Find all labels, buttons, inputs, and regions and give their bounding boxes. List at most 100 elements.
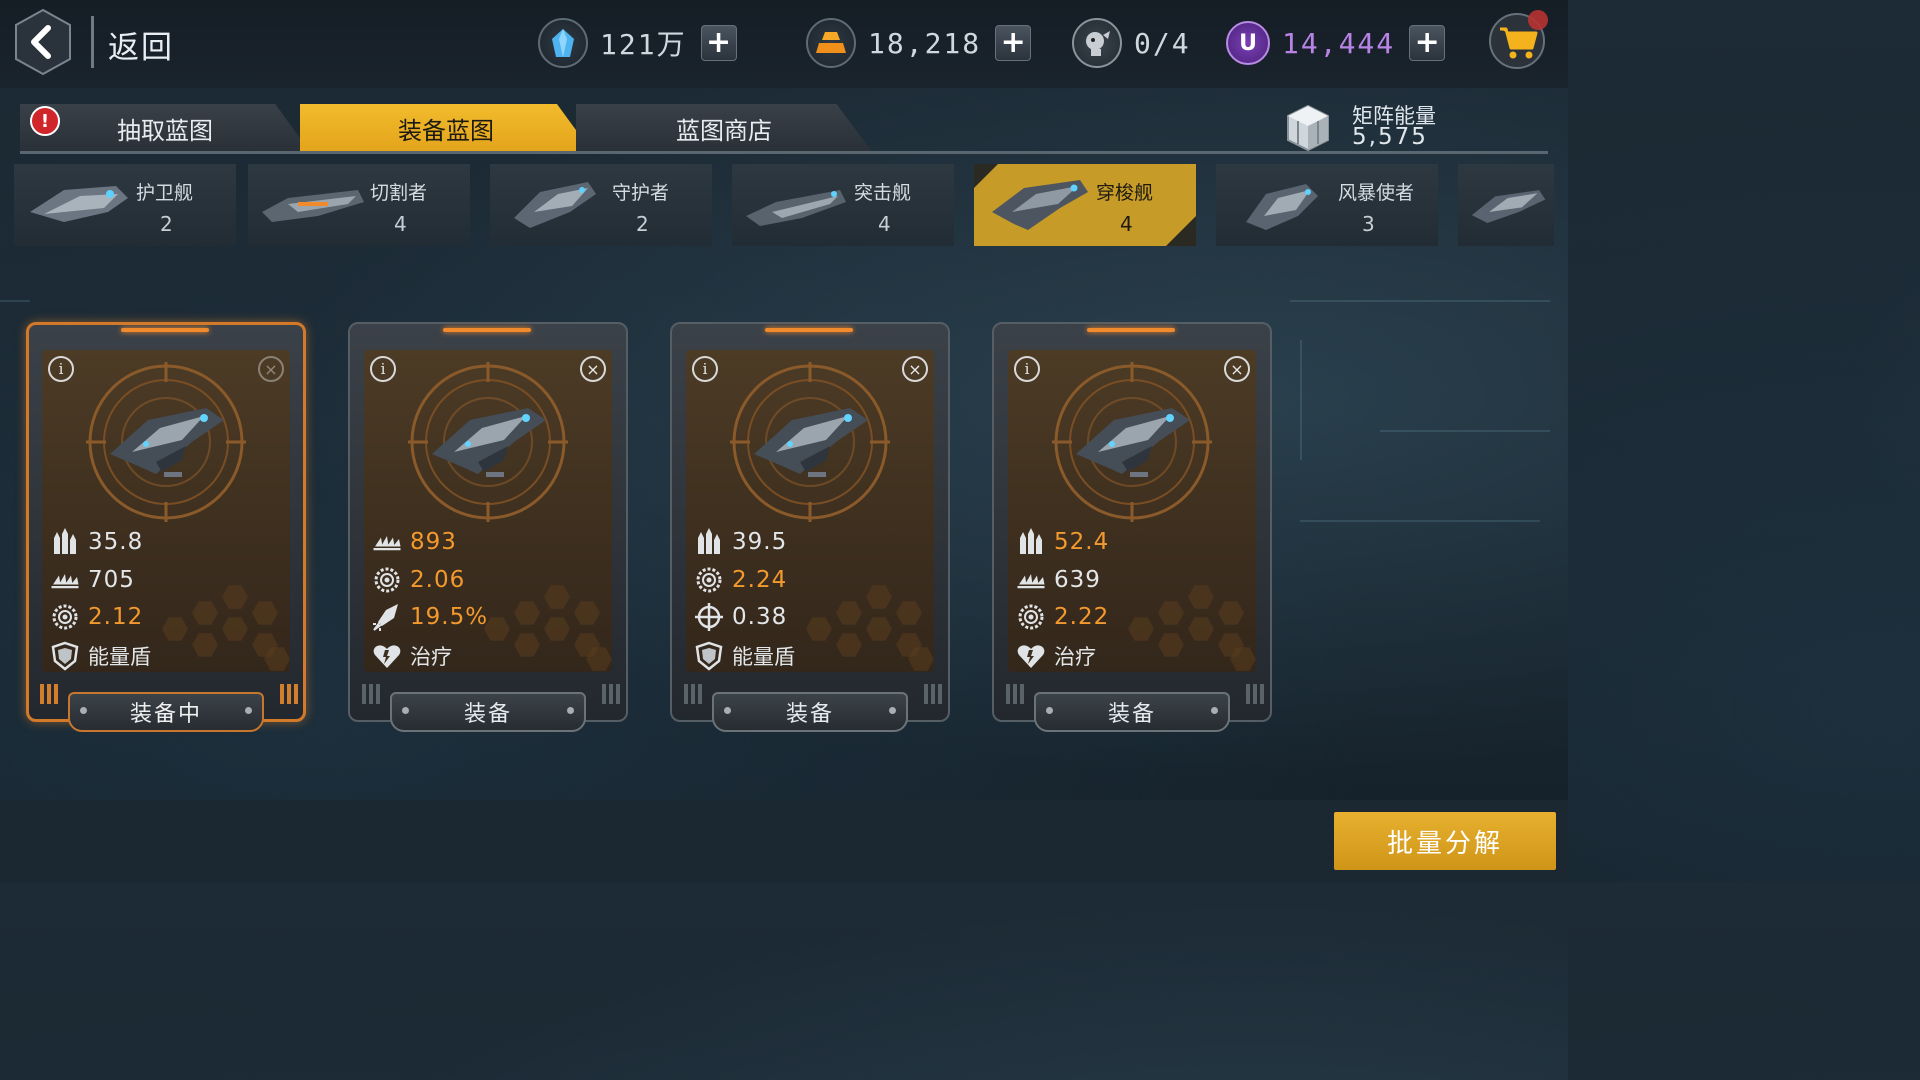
gold-value: 18,218	[868, 26, 982, 60]
ability-row: 治疗	[372, 640, 452, 672]
category-name: 切割者	[370, 182, 428, 204]
card-content: i × 39.5 2.24 0.38 能量盾	[686, 350, 934, 672]
stat-value: 35.8	[88, 529, 144, 555]
ability-row: 能量盾	[694, 640, 795, 672]
ship-category-guardian[interactable]: 守护者 2	[490, 164, 712, 246]
side-bars-right	[280, 684, 298, 704]
u-add-button[interactable]: +	[1409, 25, 1446, 61]
back-label[interactable]: 返回	[108, 22, 174, 67]
category-count: 4	[1120, 212, 1133, 236]
ship-category-assault[interactable]: 突击舰 4	[732, 164, 954, 246]
gold-add-button[interactable]: +	[995, 25, 1032, 61]
gold-bars-icon	[806, 18, 856, 68]
info-icon[interactable]: i	[692, 356, 718, 382]
cube-icon	[1287, 104, 1329, 152]
shuttle-ship-icon	[110, 408, 224, 477]
ship-category-stormbringer[interactable]: 风暴使者 3	[1216, 164, 1438, 246]
bottom-strip	[0, 800, 1568, 882]
rocket-icon	[372, 602, 402, 632]
ship-emblem	[730, 362, 890, 522]
equip-button[interactable]: 装备	[1034, 692, 1230, 732]
tab-draw-blueprint[interactable]: 抽取蓝图	[20, 104, 310, 152]
close-icon[interactable]: ×	[258, 356, 284, 382]
stat-value: 19.5%	[410, 604, 489, 630]
ship-emblem	[408, 362, 568, 522]
ship-category-more[interactable]	[1458, 164, 1554, 246]
tab-label: 抽取蓝图	[117, 116, 213, 145]
partial-ship-icon	[1471, 190, 1546, 223]
wings-icon	[372, 527, 402, 557]
stat-row: 639	[1016, 564, 1101, 596]
card-top-glow	[765, 328, 853, 332]
stat-value: 639	[1054, 567, 1101, 593]
ammo-icon	[694, 527, 724, 557]
stat-row: 2.24	[694, 564, 787, 596]
side-bars-left	[40, 684, 58, 704]
stat-row: 19.5%	[372, 601, 488, 633]
category-name: 守护者	[612, 182, 670, 204]
card-content: i × 893 2.06 19.5% 治疗	[364, 350, 612, 672]
gear-icon	[1016, 602, 1046, 632]
back-separator	[91, 16, 94, 68]
side-bars-left	[1006, 684, 1024, 704]
escort-ship-icon	[30, 186, 128, 222]
pilots-value: 0/4	[1134, 26, 1191, 60]
info-icon[interactable]: i	[48, 356, 74, 382]
blueprint-card-equipped: i × 35.8 705 2.12 能量盾 装备中	[26, 322, 306, 732]
equip-button[interactable]: 装备	[712, 692, 908, 732]
batch-disassemble-button[interactable]: 批量分解	[1334, 812, 1556, 870]
close-icon[interactable]: ×	[580, 356, 606, 382]
stat-row: 705	[50, 564, 135, 596]
matrix-energy-value: 5,575	[1352, 124, 1428, 150]
ship-category-cutter[interactable]: 切割者 4	[248, 164, 470, 246]
assault-ship-icon	[746, 190, 846, 226]
gear-icon	[372, 565, 402, 595]
ship-emblem	[86, 362, 246, 522]
stat-value: 2.06	[410, 567, 466, 593]
stat-value: 2.22	[1054, 604, 1110, 630]
wings-icon	[1016, 565, 1046, 595]
equip-button-label: 装备	[785, 702, 834, 727]
stat-row: 2.22	[1016, 601, 1109, 633]
ability-label: 能量盾	[88, 645, 151, 669]
ship-category-shuttle[interactable]: 穿梭舰 4	[974, 164, 1196, 246]
blueprint-card: i × 52.4 639 2.22 治疗 装备	[992, 322, 1272, 732]
gear-icon	[694, 565, 724, 595]
pilot-icon	[1072, 18, 1122, 68]
ability-label: 治疗	[410, 645, 452, 669]
side-bars-left	[684, 684, 702, 704]
info-icon[interactable]: i	[370, 356, 396, 382]
ability-label: 能量盾	[732, 645, 795, 669]
equipped-button[interactable]: 装备中	[68, 692, 264, 732]
category-name: 突击舰	[854, 182, 912, 204]
side-bars-right	[602, 684, 620, 704]
close-icon[interactable]: ×	[1224, 356, 1250, 382]
heal-heart-icon	[372, 641, 402, 671]
ability-row: 能量盾	[50, 640, 151, 672]
back-button[interactable]	[12, 8, 74, 76]
crystal-add-button[interactable]: +	[700, 25, 737, 61]
tab-blueprint-shop[interactable]: 蓝图商店	[576, 104, 872, 152]
corner-decoration	[1166, 216, 1196, 246]
crystal-icon	[538, 18, 588, 68]
u-value: 14,444	[1282, 26, 1396, 60]
crystal-value: 121万	[600, 28, 687, 61]
guardian-ship-icon	[514, 182, 596, 228]
tab-label: 蓝图商店	[676, 116, 772, 145]
stat-value: 893	[410, 529, 457, 555]
shuttle-ship-icon	[754, 408, 868, 477]
equip-button-label: 装备	[1107, 702, 1156, 727]
category-name: 穿梭舰	[1096, 182, 1154, 204]
info-icon[interactable]: i	[1014, 356, 1040, 382]
ship-category-escort[interactable]: 护卫舰 2	[14, 164, 236, 246]
heal-heart-icon	[1016, 641, 1046, 671]
equip-button[interactable]: 装备	[390, 692, 586, 732]
shield-icon	[694, 641, 724, 671]
close-icon[interactable]: ×	[902, 356, 928, 382]
stat-value: 2.24	[732, 567, 788, 593]
stat-row: 52.4	[1016, 526, 1109, 558]
card-top-glow	[443, 328, 531, 332]
matrix-energy: 矩阵能量 5,575	[1282, 100, 1482, 154]
tab-equip-blueprint[interactable]: 装备蓝图	[300, 104, 592, 152]
ability-row: 治疗	[1016, 640, 1096, 672]
